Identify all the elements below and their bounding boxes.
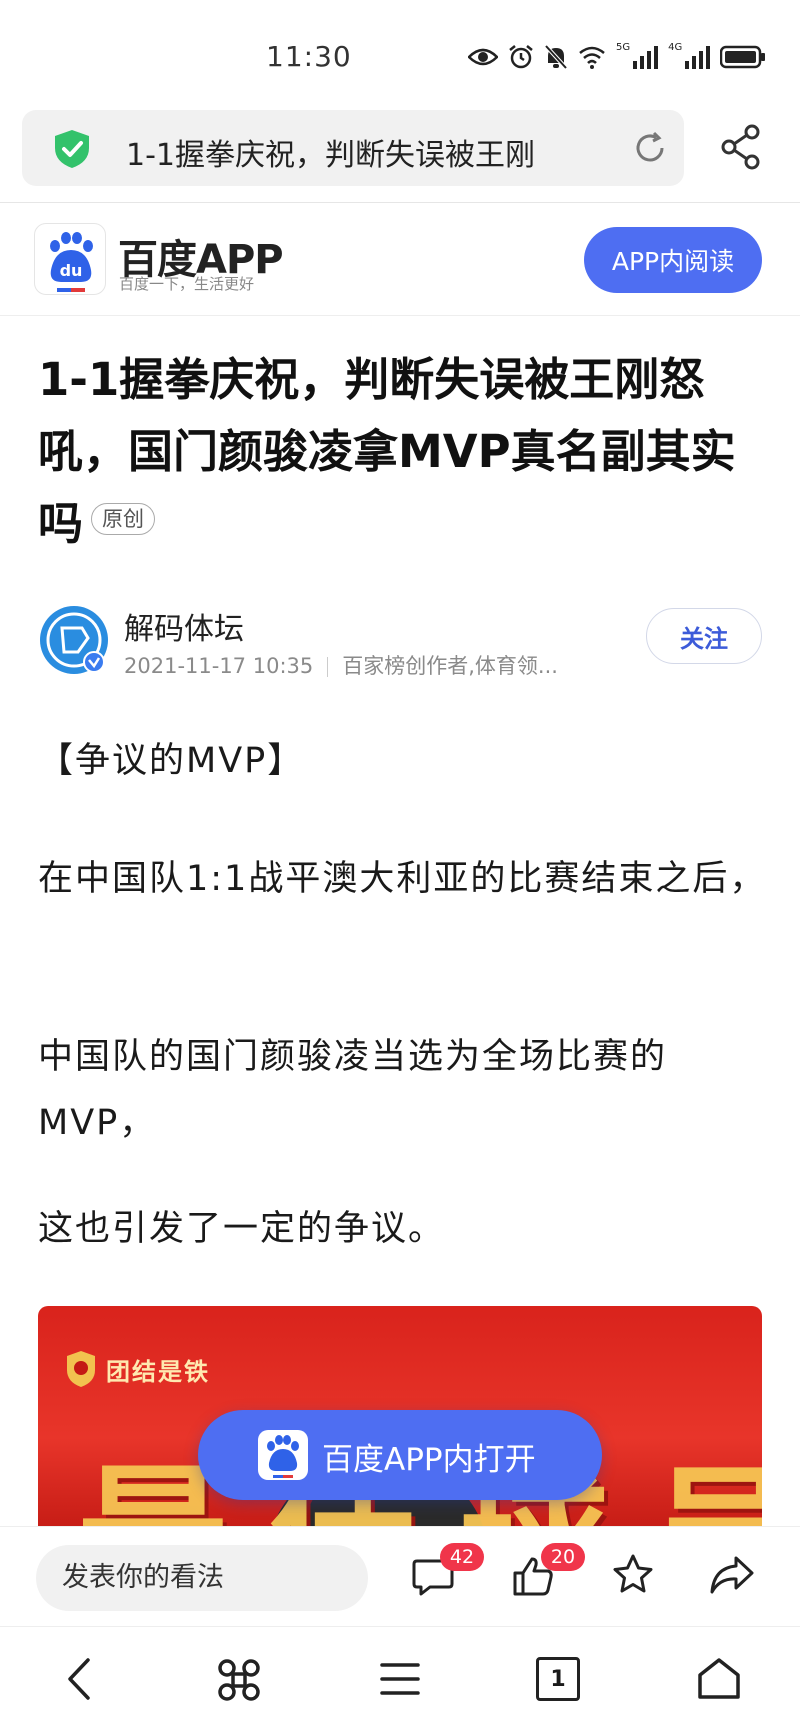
signal-5g-icon <box>633 46 659 69</box>
back-icon[interactable] <box>64 1657 94 1701</box>
author-avatar[interactable] <box>38 604 110 676</box>
comment-input[interactable]: 发表你的看法 <box>36 1545 368 1611</box>
shield-check-icon <box>55 130 89 168</box>
team-emblem-icon <box>67 1351 95 1387</box>
signal-4g-icon <box>685 46 711 69</box>
paragraph: 中国队的国门颜骏凌当选为全场比赛的MVP， <box>38 1037 668 1143</box>
home-icon[interactable] <box>696 1657 742 1701</box>
url-bar[interactable]: 1-1握拳庆祝，判断失误被王刚 <box>22 110 684 186</box>
status-time: 11:30 <box>266 40 352 73</box>
svg-text:du: du <box>60 261 83 280</box>
url-title[interactable]: 1-1握拳庆祝，判断失误被王刚 <box>126 130 636 174</box>
menu-icon[interactable] <box>380 1661 420 1697</box>
status-icons: 5G 4G <box>468 42 766 72</box>
author-description: 百家榜创作者,体育领... <box>342 654 558 678</box>
image-caption: 团结是铁 <box>106 1358 210 1386</box>
comment-bar: 发表你的看法 42 20 <box>0 1526 800 1626</box>
baidu-paw-icon <box>258 1430 308 1480</box>
paragraph: 在中国队1:1战平澳大利亚的比赛结束之后， <box>38 859 767 899</box>
comment-count-badge: 42 <box>440 1543 484 1571</box>
paragraph: 【争议的MVP】 <box>38 741 305 781</box>
author-meta: 2021-11-17 10:35 百家榜创作者,体育领... <box>124 650 558 680</box>
share-icon[interactable] <box>720 124 762 170</box>
status-bar: 11:30 5G 4G <box>0 0 800 110</box>
like-count-badge: 20 <box>541 1543 585 1571</box>
net-label-4g: 4G <box>668 41 683 53</box>
wifi-icon <box>579 46 605 69</box>
bottom-nav: 1 <box>0 1626 800 1733</box>
mute-bell-icon <box>544 44 568 70</box>
eye-icon <box>468 48 498 66</box>
meta-separator <box>327 657 329 677</box>
forward-icon[interactable] <box>710 1555 754 1595</box>
reload-icon[interactable] <box>632 130 668 166</box>
app-banner: du 百度APP 百度一下，生活更好 APP内阅读 <box>0 203 800 315</box>
original-tag: 原创 <box>91 503 156 535</box>
star-icon[interactable] <box>612 1553 654 1595</box>
app-slogan: 百度一下，生活更好 <box>119 275 255 293</box>
paragraph: 这也引发了一定的争议。 <box>38 1209 446 1249</box>
tab-count: 1 <box>550 1666 566 1692</box>
open-in-app-label: 百度APP内打开 <box>322 1442 536 1478</box>
net-label-5g: 5G <box>616 41 631 53</box>
alarm-icon <box>509 45 533 69</box>
battery-icon <box>720 45 766 69</box>
author-name[interactable]: 解码体坛 <box>124 604 244 648</box>
baidu-logo-icon: du <box>34 223 106 295</box>
publish-date: 2021-11-17 10:35 <box>124 654 314 678</box>
divider <box>0 315 800 316</box>
open-in-app-button[interactable]: 百度APP内打开 <box>198 1410 602 1500</box>
tabs-icon[interactable]: 1 <box>536 1657 580 1701</box>
apps-icon[interactable] <box>216 1657 262 1703</box>
read-in-app-button[interactable]: APP内阅读 <box>584 227 762 293</box>
author-row: 解码体坛 2021-11-17 10:35 百家榜创作者,体育领... 关注 <box>0 598 800 688</box>
follow-button[interactable]: 关注 <box>646 608 762 664</box>
article-title: 1-1握拳庆祝，判断失误被王刚怒吼，国门颜骏凌拿MVP真名副其实吗 原创 <box>38 344 768 560</box>
